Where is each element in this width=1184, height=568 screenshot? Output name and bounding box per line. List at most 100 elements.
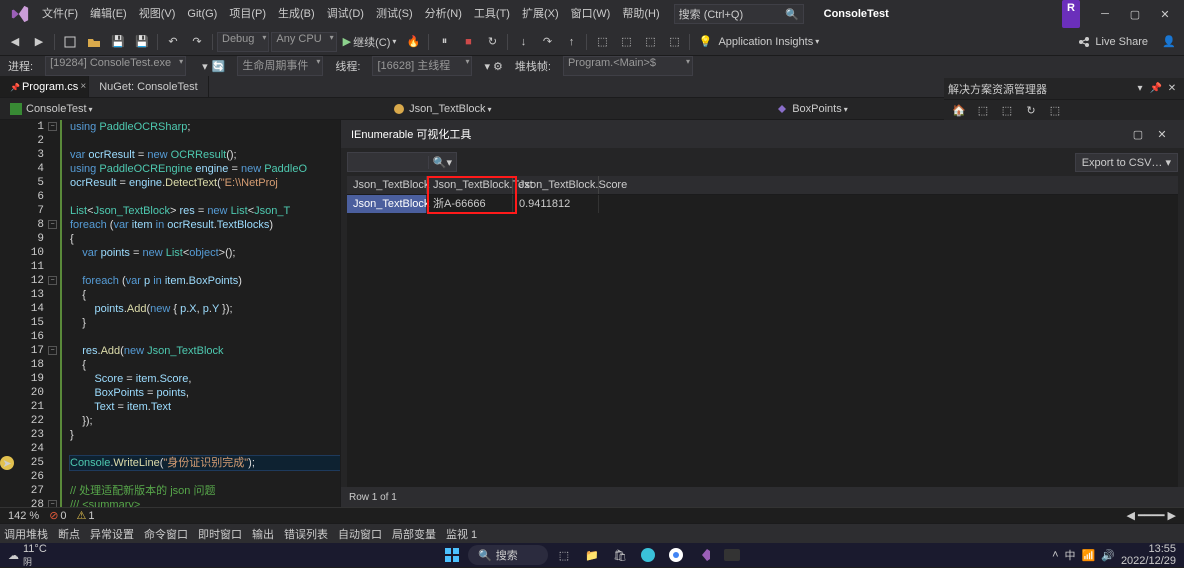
menu-build[interactable]: 生成(B) xyxy=(272,0,321,28)
tab-watch[interactable]: 监视 1 xyxy=(446,526,477,542)
tab-locals[interactable]: 局部变量 xyxy=(392,526,436,542)
panel-dropdown-icon[interactable]: ▾ xyxy=(1132,83,1148,94)
break-all-button[interactable]: ⏸ xyxy=(433,31,455,53)
config-combo[interactable]: Debug xyxy=(217,32,269,52)
warning-count[interactable]: ⚠1 xyxy=(77,509,95,522)
column-header[interactable]: Json_TextBlock.Text xyxy=(427,176,513,194)
tab-immediate[interactable]: 即时窗口 xyxy=(198,526,242,542)
menu-git[interactable]: Git(G) xyxy=(181,0,223,28)
task-view-icon[interactable]: ⬚ xyxy=(552,543,576,567)
se-home-icon[interactable]: 🏠 xyxy=(948,99,970,121)
store-icon[interactable]: 🛍 xyxy=(608,543,632,567)
wifi-icon[interactable]: 📶 xyxy=(1082,549,1096,562)
hot-reload-button[interactable]: 🔥 xyxy=(402,31,424,53)
menu-debug[interactable]: 调试(D) xyxy=(321,0,370,28)
search-input[interactable]: 搜索 (Ctrl+Q) 🔍 xyxy=(674,4,804,24)
tab-errorlist[interactable]: 错误列表 xyxy=(284,526,328,542)
minimize-button[interactable]: ─ xyxy=(1090,0,1120,28)
error-count[interactable]: ⊘0 xyxy=(49,509,66,522)
tb-icon[interactable]: ⬚ xyxy=(639,31,661,53)
visualizer-search-input[interactable]: 🔍▾ xyxy=(347,152,457,172)
column-header[interactable]: Json_TextBlock xyxy=(347,176,427,194)
start-button[interactable] xyxy=(440,543,464,567)
menu-analyze[interactable]: 分析(N) xyxy=(419,0,468,28)
cell[interactable]: Json_TextBlock xyxy=(347,195,427,213)
menu-help[interactable]: 帮助(H) xyxy=(616,0,665,28)
terminal-icon[interactable] xyxy=(720,543,744,567)
menu-view[interactable]: 视图(V) xyxy=(133,0,182,28)
se-refresh-icon[interactable]: ↻ xyxy=(1020,99,1042,121)
breadcrumb-class[interactable]: Json_TextBlock xyxy=(387,103,770,115)
account-button[interactable]: 👤 xyxy=(1158,31,1180,53)
menu-file[interactable]: 文件(F) xyxy=(36,0,84,28)
tray-chevron-icon[interactable]: ˄ xyxy=(1052,549,1058,561)
weather-widget[interactable]: ☁ 11°C 阴 xyxy=(8,543,47,568)
se-icon[interactable]: ⬚ xyxy=(1044,99,1066,121)
open-button[interactable] xyxy=(83,31,105,53)
stackframe-combo[interactable]: Program.<Main>$ xyxy=(563,56,693,76)
tb-icon[interactable]: ⬚ xyxy=(663,31,685,53)
tab-program-cs[interactable]: Program.cs xyxy=(0,76,89,97)
vs-taskbar-icon[interactable] xyxy=(692,543,716,567)
undo-button[interactable]: ↶ xyxy=(162,31,184,53)
continue-button[interactable]: ▶继续(C)▾ xyxy=(339,34,401,50)
tab-exceptions[interactable]: 异常设置 xyxy=(90,526,134,542)
thread-combo[interactable]: [16628] 主线程 xyxy=(372,56,472,76)
edge-icon[interactable] xyxy=(636,543,660,567)
tab-breakpoints[interactable]: 断点 xyxy=(58,526,80,542)
resharper-icon[interactable]: R xyxy=(1062,0,1080,28)
cell[interactable]: 浙A-66666 xyxy=(427,195,513,213)
chrome-icon[interactable] xyxy=(664,543,688,567)
taskbar-search[interactable]: 🔍搜索 xyxy=(468,545,548,565)
se-icon[interactable]: ⬚ xyxy=(972,99,994,121)
tb-icon[interactable]: ⬚ xyxy=(615,31,637,53)
column-header[interactable]: Json_TextBlock.Score xyxy=(513,176,599,194)
data-grid[interactable]: Json_TextBlock Json_TextBlock.Text Json_… xyxy=(347,176,1178,487)
lifecycle-combo[interactable]: 生命周期事件 xyxy=(237,56,323,76)
save-all-button[interactable]: 💾 xyxy=(131,31,153,53)
solution-explorer-header[interactable]: 解决方案资源管理器 ▾ 📌 ✕ xyxy=(944,78,1184,100)
volume-icon[interactable]: 🔊 xyxy=(1101,549,1115,562)
close-button[interactable]: ✕ xyxy=(1150,0,1180,28)
live-share-button[interactable]: Live Share xyxy=(1069,35,1156,49)
menu-window[interactable]: 窗口(W) xyxy=(565,0,617,28)
scroll-handle[interactable]: ◀ ━━━━ ▶ xyxy=(1126,509,1176,522)
redo-button[interactable]: ↷ xyxy=(186,31,208,53)
se-icon[interactable]: ⬚ xyxy=(996,99,1018,121)
system-tray[interactable]: ˄ 中 📶 🔊 13:55 2022/12/29 xyxy=(1052,543,1176,567)
vis-close-button[interactable]: ✕ xyxy=(1150,128,1174,141)
nav-back-button[interactable]: ◀ xyxy=(4,31,26,53)
cell[interactable]: 0.9411812 xyxy=(513,195,599,213)
insights-icon[interactable]: 💡 xyxy=(694,31,716,53)
process-combo[interactable]: [19284] ConsoleTest.exe xyxy=(45,56,186,76)
tb-icon[interactable]: ⬚ xyxy=(591,31,613,53)
save-button[interactable]: 💾 xyxy=(107,31,129,53)
table-row[interactable]: Json_TextBlock 浙A-66666 0.9411812 xyxy=(347,195,1178,213)
new-item-button[interactable] xyxy=(59,31,81,53)
explorer-icon[interactable]: 📁 xyxy=(580,543,604,567)
menu-test[interactable]: 测试(S) xyxy=(370,0,419,28)
tab-callstack[interactable]: 调用堆栈 xyxy=(4,526,48,542)
ime-icon[interactable]: 中 xyxy=(1065,547,1076,563)
step-out-button[interactable]: ↑ xyxy=(560,31,582,53)
restart-button[interactable]: ↻ xyxy=(481,31,503,53)
menu-extensions[interactable]: 扩展(X) xyxy=(516,0,565,28)
insights-label[interactable]: Application Insights xyxy=(718,36,813,48)
vis-maximize-button[interactable]: ▢ xyxy=(1126,128,1150,141)
breadcrumb-project[interactable]: ConsoleTest xyxy=(4,103,387,115)
code-body[interactable]: using PaddleOCRSharp; var ocrResult = ne… xyxy=(70,120,340,507)
panel-pin-icon[interactable]: 📌 xyxy=(1148,83,1164,94)
tab-nuget[interactable]: NuGet: ConsoleTest xyxy=(89,76,208,97)
menu-project[interactable]: 项目(P) xyxy=(223,0,272,28)
clock[interactable]: 13:55 2022/12/29 xyxy=(1121,543,1176,567)
tab-autos[interactable]: 自动窗口 xyxy=(338,526,382,542)
step-over-button[interactable]: ↷ xyxy=(536,31,558,53)
zoom-level[interactable]: 142 % xyxy=(8,510,39,522)
step-into-button[interactable]: ↓ xyxy=(512,31,534,53)
platform-combo[interactable]: Any CPU xyxy=(271,32,336,52)
menu-tools[interactable]: 工具(T) xyxy=(468,0,516,28)
maximize-button[interactable]: ▢ xyxy=(1120,0,1150,28)
nav-fwd-button[interactable]: ▶ xyxy=(28,31,50,53)
code-editor[interactable]: 1234567891011121314151617181920212223242… xyxy=(0,120,340,507)
tab-output[interactable]: 输出 xyxy=(252,526,274,542)
